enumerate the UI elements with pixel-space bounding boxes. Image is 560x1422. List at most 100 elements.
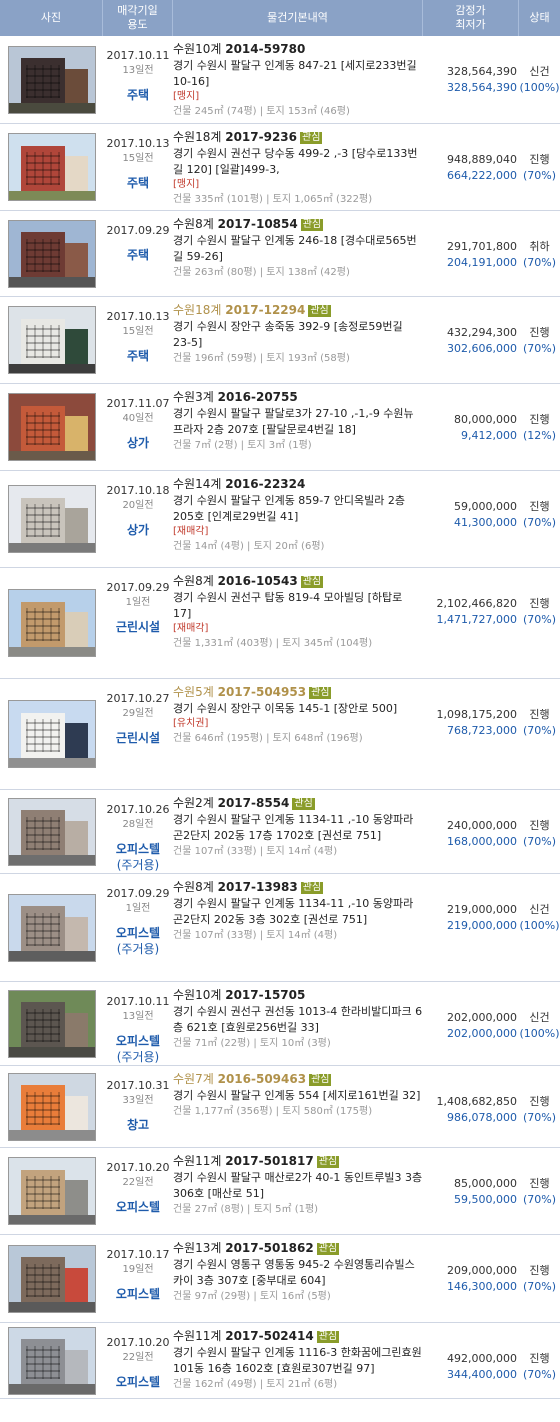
property-photo[interactable] xyxy=(7,1244,96,1313)
interest-badge[interactable]: 관심 xyxy=(300,576,324,588)
case-number[interactable]: 2017-501817 xyxy=(225,1154,313,1168)
minimum-percent: (70%) xyxy=(522,1368,557,1381)
interest-badge[interactable]: 관심 xyxy=(316,1156,340,1168)
property-photo[interactable] xyxy=(7,133,96,201)
case-line[interactable]: 수원8계 2017-13983 관심 xyxy=(173,880,423,895)
photo-building-back xyxy=(61,329,88,367)
listing-row[interactable]: 2017.10.17 19일전 오피스텔 수원13계 2017-501862 관심 경기 … xyxy=(0,1235,560,1323)
case-line[interactable]: 수원2계 2017-8554 관심 xyxy=(173,796,423,811)
photo-building-back xyxy=(61,723,88,761)
property-use: 창고 xyxy=(126,1118,150,1132)
case-line[interactable]: 수원14계 2016-22324 xyxy=(173,477,423,492)
listing-row[interactable]: 2017.10.20 22일전 오피스텔 수원11계 2017-502414 관심 경기 … xyxy=(0,1323,560,1399)
property-photo[interactable] xyxy=(7,306,96,374)
case-line[interactable]: 수원3계 2016-20755 xyxy=(173,390,423,405)
listing-row[interactable]: 2017.10.26 28일전 오피스텔 (주거용) 수원2계 2017-8554 관심 경… xyxy=(0,790,560,874)
case-line[interactable]: 수원8계 2016-10543 관심 xyxy=(173,574,423,589)
header-status: 상태 xyxy=(529,11,550,24)
days-ago: 29일전 xyxy=(122,708,154,719)
interest-badge[interactable]: 관심 xyxy=(316,1331,340,1343)
photo-cell xyxy=(0,211,103,296)
property-photo[interactable] xyxy=(7,989,96,1058)
case-line[interactable]: 수원18계 2017-12294 관심 xyxy=(173,303,423,318)
interest-badge[interactable]: 관심 xyxy=(316,1243,340,1255)
property-use: 주택 xyxy=(126,248,150,262)
property-photo[interactable] xyxy=(7,797,96,866)
listing-row[interactable]: 2017.10.11 13일전 오피스텔 (주거용) 수원10계 2017-15705 경… xyxy=(0,982,560,1066)
listing-row[interactable]: 2017.11.07 40일전 상가 수원3계 2016-20755 경기 수원시 팔달… xyxy=(0,384,560,471)
minimum-percent: (70%) xyxy=(522,724,557,737)
case-line[interactable]: 수원5계 2017-504953 관심 xyxy=(173,685,423,700)
minimum-price: 1,471,727,000 xyxy=(436,613,517,626)
interest-badge[interactable]: 관심 xyxy=(309,1074,332,1086)
date-cell: 2017.10.17 19일전 오피스텔 xyxy=(103,1235,173,1322)
info-cell: 수원8계 2017-10854 관심 경기 수원시 팔달구 인계동 246-18 [… xyxy=(173,211,423,296)
property-photo[interactable] xyxy=(7,45,96,114)
listing-row[interactable]: 2017.09.29 1일전 오피스텔 (주거용) 수원8계 2017-13983 관심 경… xyxy=(0,874,560,982)
case-number[interactable]: 2017-9236 xyxy=(225,130,297,144)
property-use: 오피스텔 xyxy=(115,926,161,940)
price-cell: 219,000,000 219,000,000 xyxy=(423,874,519,981)
case-line[interactable]: 수원11계 2017-502414 관심 xyxy=(173,1329,423,1344)
listing-row[interactable]: 2017.10.27 29일전 근린시설 수원5계 2017-504953 관심 경기 수… xyxy=(0,679,560,790)
property-photo[interactable] xyxy=(7,893,96,962)
photo-ground xyxy=(8,277,95,287)
appraisal-price: 291,701,800 xyxy=(447,240,517,253)
listing-row[interactable]: 2017.10.31 33일전 창고 수원7계 2016-509463 관심 경기 수원시… xyxy=(0,1066,560,1148)
photo-cell xyxy=(0,874,103,981)
photo-ground xyxy=(8,855,95,865)
listing-row[interactable]: 2017.09.29 1일전 근린시설 수원8계 2016-10543 관심 경기 수원시… xyxy=(0,568,560,679)
case-number[interactable]: 2017-13983 xyxy=(218,880,298,894)
photo-ground xyxy=(8,1214,95,1224)
case-line[interactable]: 수원10계 2017-15705 xyxy=(173,988,423,1003)
property-use: 상가 xyxy=(126,523,150,537)
case-number[interactable]: 2017-10854 xyxy=(218,217,298,231)
interest-badge[interactable]: 관심 xyxy=(309,687,332,699)
date-cell: 2017.10.31 33일전 창고 xyxy=(103,1066,173,1147)
court-name: 수원11계 xyxy=(173,1329,222,1343)
case-line[interactable]: 수원18계 2017-9236 관심 xyxy=(173,130,423,145)
interest-badge[interactable]: 관심 xyxy=(300,882,324,894)
case-number[interactable]: 2016-10543 xyxy=(218,574,298,588)
sale-date: 2017.10.11 xyxy=(106,995,170,1008)
property-photo[interactable] xyxy=(7,485,96,553)
case-number[interactable]: 2017-504953 xyxy=(218,685,306,699)
case-number[interactable]: 2016-20755 xyxy=(218,390,298,404)
case-number[interactable]: 2017-12294 xyxy=(225,303,305,317)
property-photo[interactable] xyxy=(7,1072,96,1141)
listing-row[interactable]: 2017.10.13 15일전 주택 수원18계 2017-12294 관심 경기 수원시… xyxy=(0,297,560,384)
property-photo[interactable] xyxy=(7,1157,96,1225)
case-number[interactable]: 2016-509463 xyxy=(218,1072,306,1086)
case-line[interactable]: 수원7계 2016-509463 관심 xyxy=(173,1072,423,1087)
case-line[interactable]: 수원13계 2017-501862 관심 xyxy=(173,1241,423,1256)
interest-badge[interactable]: 관심 xyxy=(308,305,331,317)
listing-row[interactable]: 2017.10.13 15일전 주택 수원18계 2017-9236 관심 경기 수원시 … xyxy=(0,124,560,211)
listing-row[interactable]: 2017.09.29 주택 수원8계 2017-10854 관심 경기 수원시 팔달구 … xyxy=(0,211,560,297)
property-photo[interactable] xyxy=(7,700,96,768)
case-number[interactable]: 2017-501862 xyxy=(225,1241,313,1255)
property-address: 경기 수원시 팔달구 인계동 847-21 [세지로233번길 10-16] xyxy=(173,59,417,88)
listing-row[interactable]: 2017.10.11 13일전 주택 수원10계 2014-59780 경기 수원시 팔… xyxy=(0,36,560,124)
area-info: 건물 71㎡ (22평) | 토지 10㎡ (3평) xyxy=(173,1038,331,1049)
status-cell: 진행 (70%) xyxy=(519,297,560,383)
case-number[interactable]: 2017-502414 xyxy=(225,1329,313,1343)
property-photo[interactable] xyxy=(7,219,96,288)
appraisal-price: 202,000,000 xyxy=(447,1011,517,1024)
case-line[interactable]: 수원10계 2014-59780 xyxy=(173,42,423,57)
interest-badge[interactable]: 관심 xyxy=(300,219,324,231)
listing-row[interactable]: 2017.10.20 22일전 오피스텔 수원11계 2017-501817 관심 경기 … xyxy=(0,1148,560,1235)
case-number[interactable]: 2014-59780 xyxy=(225,42,305,56)
case-number[interactable]: 2016-22324 xyxy=(225,477,305,491)
case-number[interactable]: 2017-15705 xyxy=(225,988,305,1002)
case-line[interactable]: 수원8계 2017-10854 관심 xyxy=(173,217,423,232)
property-photo[interactable] xyxy=(7,1326,96,1395)
interest-badge[interactable]: 관심 xyxy=(292,798,315,810)
property-photo[interactable] xyxy=(7,393,96,461)
listing-row[interactable]: 2017.10.18 20일전 상가 수원14계 2016-22324 경기 수원시 팔… xyxy=(0,471,560,568)
date-cell: 2017.10.20 22일전 오피스텔 xyxy=(103,1148,173,1234)
minimum-price: 9,412,000 xyxy=(461,429,517,442)
interest-badge[interactable]: 관심 xyxy=(300,132,323,144)
case-line[interactable]: 수원11계 2017-501817 관심 xyxy=(173,1154,423,1169)
case-number[interactable]: 2017-8554 xyxy=(218,796,290,810)
property-photo[interactable] xyxy=(7,589,96,657)
